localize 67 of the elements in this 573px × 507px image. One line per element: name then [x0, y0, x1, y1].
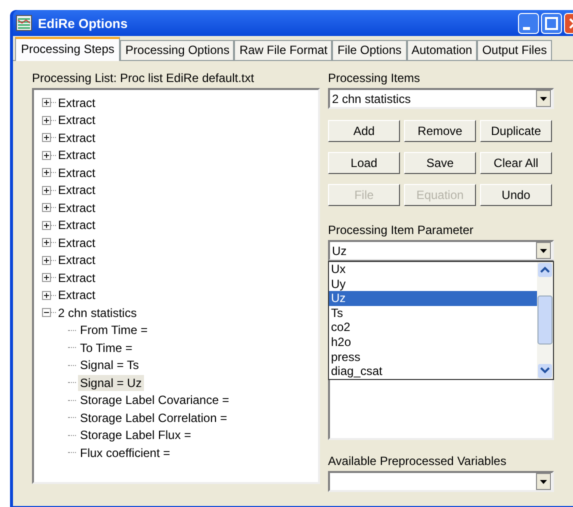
tree-item[interactable]: Extract [58, 166, 96, 180]
tree-item[interactable]: To Time = [78, 340, 134, 356]
dropdown-option[interactable]: Uz [329, 291, 537, 306]
processing-list-label: Processing List: Proc list EdiRe default.txt [32, 71, 256, 85]
collapse-icon[interactable] [42, 308, 51, 318]
parameter-label: Processing Item Parameter [328, 223, 474, 237]
tree-item[interactable]: Extract [58, 253, 96, 268]
tree-item[interactable]: Storage Label Flux = [78, 427, 194, 444]
tree-item[interactable]: Extract [58, 200, 96, 215]
tab[interactable]: Processing Steps [15, 37, 120, 61]
processing-items-label: Processing Items [328, 71, 422, 85]
app-icon [16, 15, 32, 31]
tree-item[interactable]: Extract [58, 183, 96, 198]
parameter-dropdown[interactable]: Uz [328, 240, 554, 261]
expand-icon[interactable] [42, 256, 51, 265]
action-button[interactable]: Undo [480, 184, 552, 206]
tree-item[interactable]: Extract [58, 236, 96, 250]
available-variables-label: Available Preprocessed Variables [328, 454, 508, 468]
scrollbar-icon[interactable] [537, 262, 553, 379]
dropdown-option[interactable]: Ts [329, 306, 537, 320]
tree-item[interactable]: Extract [58, 270, 96, 285]
tab[interactable]: Output Files [477, 40, 552, 60]
dropdown-option[interactable]: Uy [329, 276, 537, 292]
maximize-icon[interactable] [541, 12, 562, 34]
expand-icon[interactable] [42, 238, 51, 248]
expand-icon[interactable] [42, 133, 51, 142]
tree-item[interactable]: Flux coefficient = [78, 444, 172, 461]
tree-item[interactable]: Extract [58, 218, 96, 232]
tree-item[interactable]: Extract [58, 148, 96, 162]
dropdown-option[interactable]: Ux [329, 262, 537, 277]
tree-item[interactable]: Extract [58, 288, 96, 302]
tree-item[interactable]: From Time = [78, 322, 150, 338]
tree-item[interactable]: Signal = Uz [78, 374, 144, 391]
window-title: EdiRe Options [38, 16, 128, 30]
dropdown-option[interactable]: diag_csat [329, 364, 537, 379]
action-button[interactable]: Load [328, 152, 400, 174]
expand-icon[interactable] [42, 186, 51, 195]
action-button[interactable]: Save [404, 152, 476, 174]
tab[interactable]: Raw File Format [234, 40, 332, 60]
tree-item[interactable]: Extract [58, 130, 96, 145]
expand-icon[interactable] [42, 168, 51, 178]
expand-icon[interactable] [42, 220, 51, 230]
tree-item[interactable]: Extract [58, 96, 96, 110]
expand-icon[interactable] [42, 273, 51, 282]
tab[interactable]: File Options [332, 40, 406, 60]
tree-item[interactable]: Storage Label Correlation = [78, 410, 230, 426]
available-variables-dropdown[interactable] [328, 471, 554, 492]
action-button[interactable]: Remove [404, 120, 476, 142]
tree-item[interactable]: 2 chn statistics [58, 306, 137, 320]
dropdown-option[interactable]: press [329, 350, 537, 364]
action-button[interactable]: Duplicate [480, 120, 552, 142]
tree-item[interactable]: Signal = Ts [78, 357, 141, 374]
tab[interactable]: Processing Options [120, 40, 234, 60]
expand-icon[interactable] [42, 150, 51, 160]
dropdown-option[interactable]: h2o [329, 334, 537, 350]
minimize-icon[interactable] [518, 12, 539, 34]
expand-icon[interactable] [42, 116, 51, 125]
expand-icon[interactable] [42, 290, 51, 300]
tab[interactable]: Automation [406, 40, 478, 60]
expand-icon[interactable] [42, 98, 51, 108]
tree-item[interactable]: Extract [58, 113, 96, 128]
action-button[interactable]: Clear All [480, 152, 552, 174]
tree-item[interactable]: Storage Label Covariance = [78, 392, 232, 408]
dropdown-option[interactable]: co2 [329, 320, 537, 335]
expand-icon[interactable] [42, 203, 51, 212]
action-button[interactable]: Add [328, 120, 400, 142]
processing-items-dropdown[interactable]: 2 chn statistics [328, 88, 554, 109]
